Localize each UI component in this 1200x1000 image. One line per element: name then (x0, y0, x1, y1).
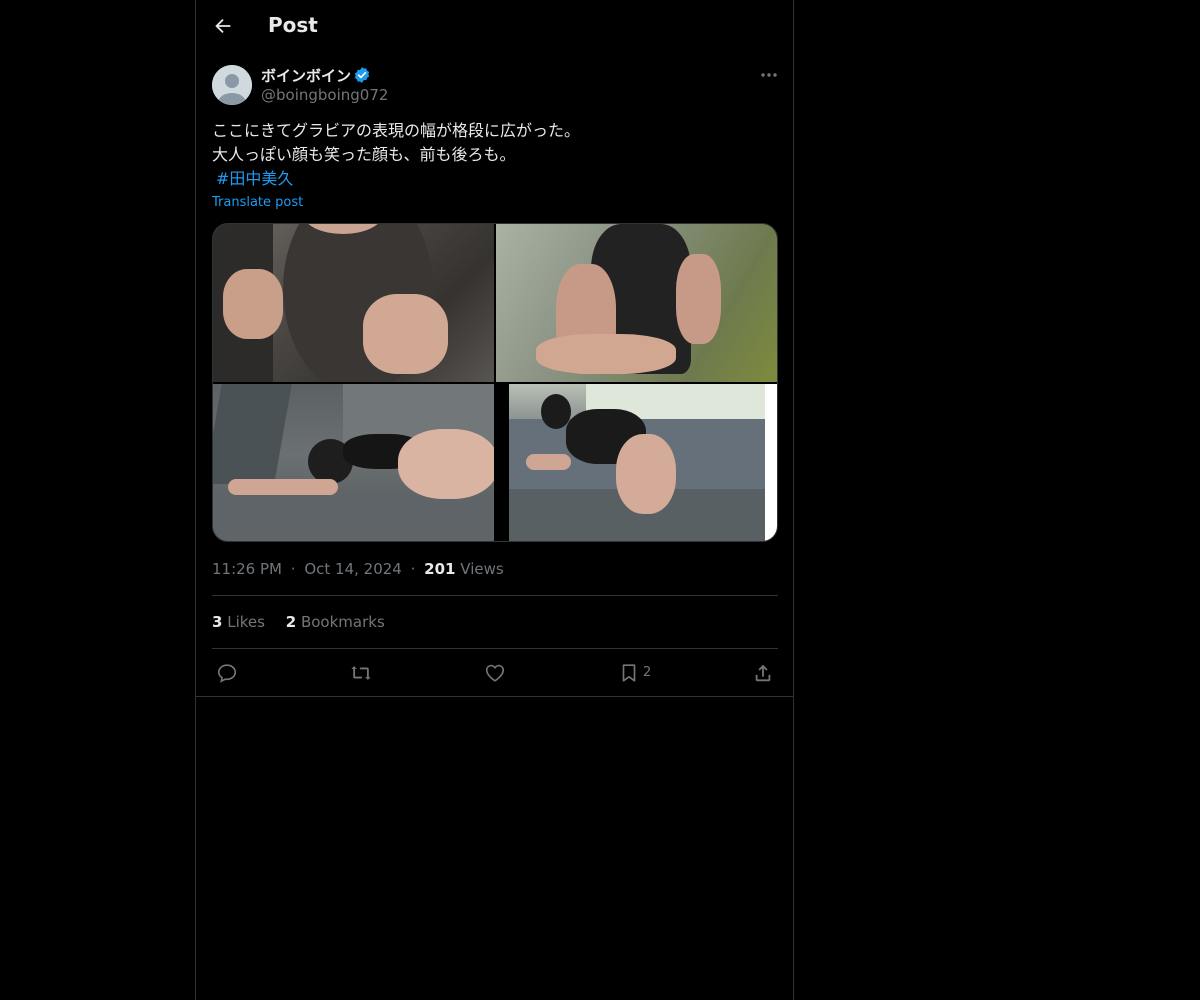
author-handle[interactable]: @boingboing072 (261, 86, 388, 104)
likes-label: Likes (227, 613, 265, 631)
post-stats: 3 Likes 2 Bookmarks (212, 613, 401, 631)
arrow-left-icon (212, 15, 234, 37)
share-icon (752, 662, 774, 684)
bookmarks-stat[interactable]: 2 Bookmarks (286, 613, 385, 631)
likes-count: 3 (212, 613, 223, 631)
page-title: Post (268, 13, 318, 37)
post-text: ここにきてグラビアの表現の幅が格段に広がった。 大人っぽい顔も笑った顔も、前も後… (212, 121, 581, 164)
author-display-name[interactable]: ボインボイン (261, 65, 351, 86)
back-button[interactable] (212, 15, 234, 37)
translate-post-link[interactable]: Translate post (212, 195, 303, 210)
media-grid (212, 223, 778, 542)
likes-stat[interactable]: 3 Likes (212, 613, 270, 631)
more-options-button[interactable] (759, 66, 779, 84)
post-photo-3[interactable] (213, 384, 494, 541)
meta-separator: · (410, 560, 416, 578)
post-meta: 11:26 PM · Oct 14, 2024 · 201 Views (212, 560, 504, 578)
bookmark-action-count: 2 (643, 665, 652, 680)
bookmark-button[interactable] (618, 662, 640, 684)
bookmark-icon (618, 662, 640, 684)
avatar[interactable] (212, 65, 252, 105)
heart-icon (484, 662, 506, 684)
post-photo-4[interactable] (496, 384, 777, 541)
meta-separator: · (290, 560, 296, 578)
divider (212, 648, 778, 649)
divider (196, 696, 793, 697)
repost-icon (350, 662, 372, 684)
views-count: 201 (424, 560, 456, 578)
divider (212, 595, 778, 596)
reply-icon (216, 662, 238, 684)
post-photo-1[interactable] (213, 224, 494, 382)
hashtag-link[interactable]: #田中美久 (216, 167, 293, 191)
bookmarks-label: Bookmarks (300, 613, 385, 631)
post-time[interactable]: 11:26 PM (212, 560, 282, 578)
header: Post (196, 0, 793, 53)
verified-badge-icon (353, 66, 371, 84)
more-dots-icon (759, 66, 779, 84)
post-photo-2[interactable] (496, 224, 777, 382)
repost-button[interactable] (350, 662, 372, 684)
bookmarks-count: 2 (285, 613, 297, 631)
share-button[interactable] (752, 662, 774, 684)
main-column: Post ボインボイン @boingboing072 ここにきてグラビアの表現の… (195, 0, 794, 1000)
like-button[interactable] (484, 662, 506, 684)
post-date[interactable]: Oct 14, 2024 (304, 560, 402, 578)
reply-button[interactable] (216, 662, 238, 684)
views-label: Views (460, 560, 504, 578)
